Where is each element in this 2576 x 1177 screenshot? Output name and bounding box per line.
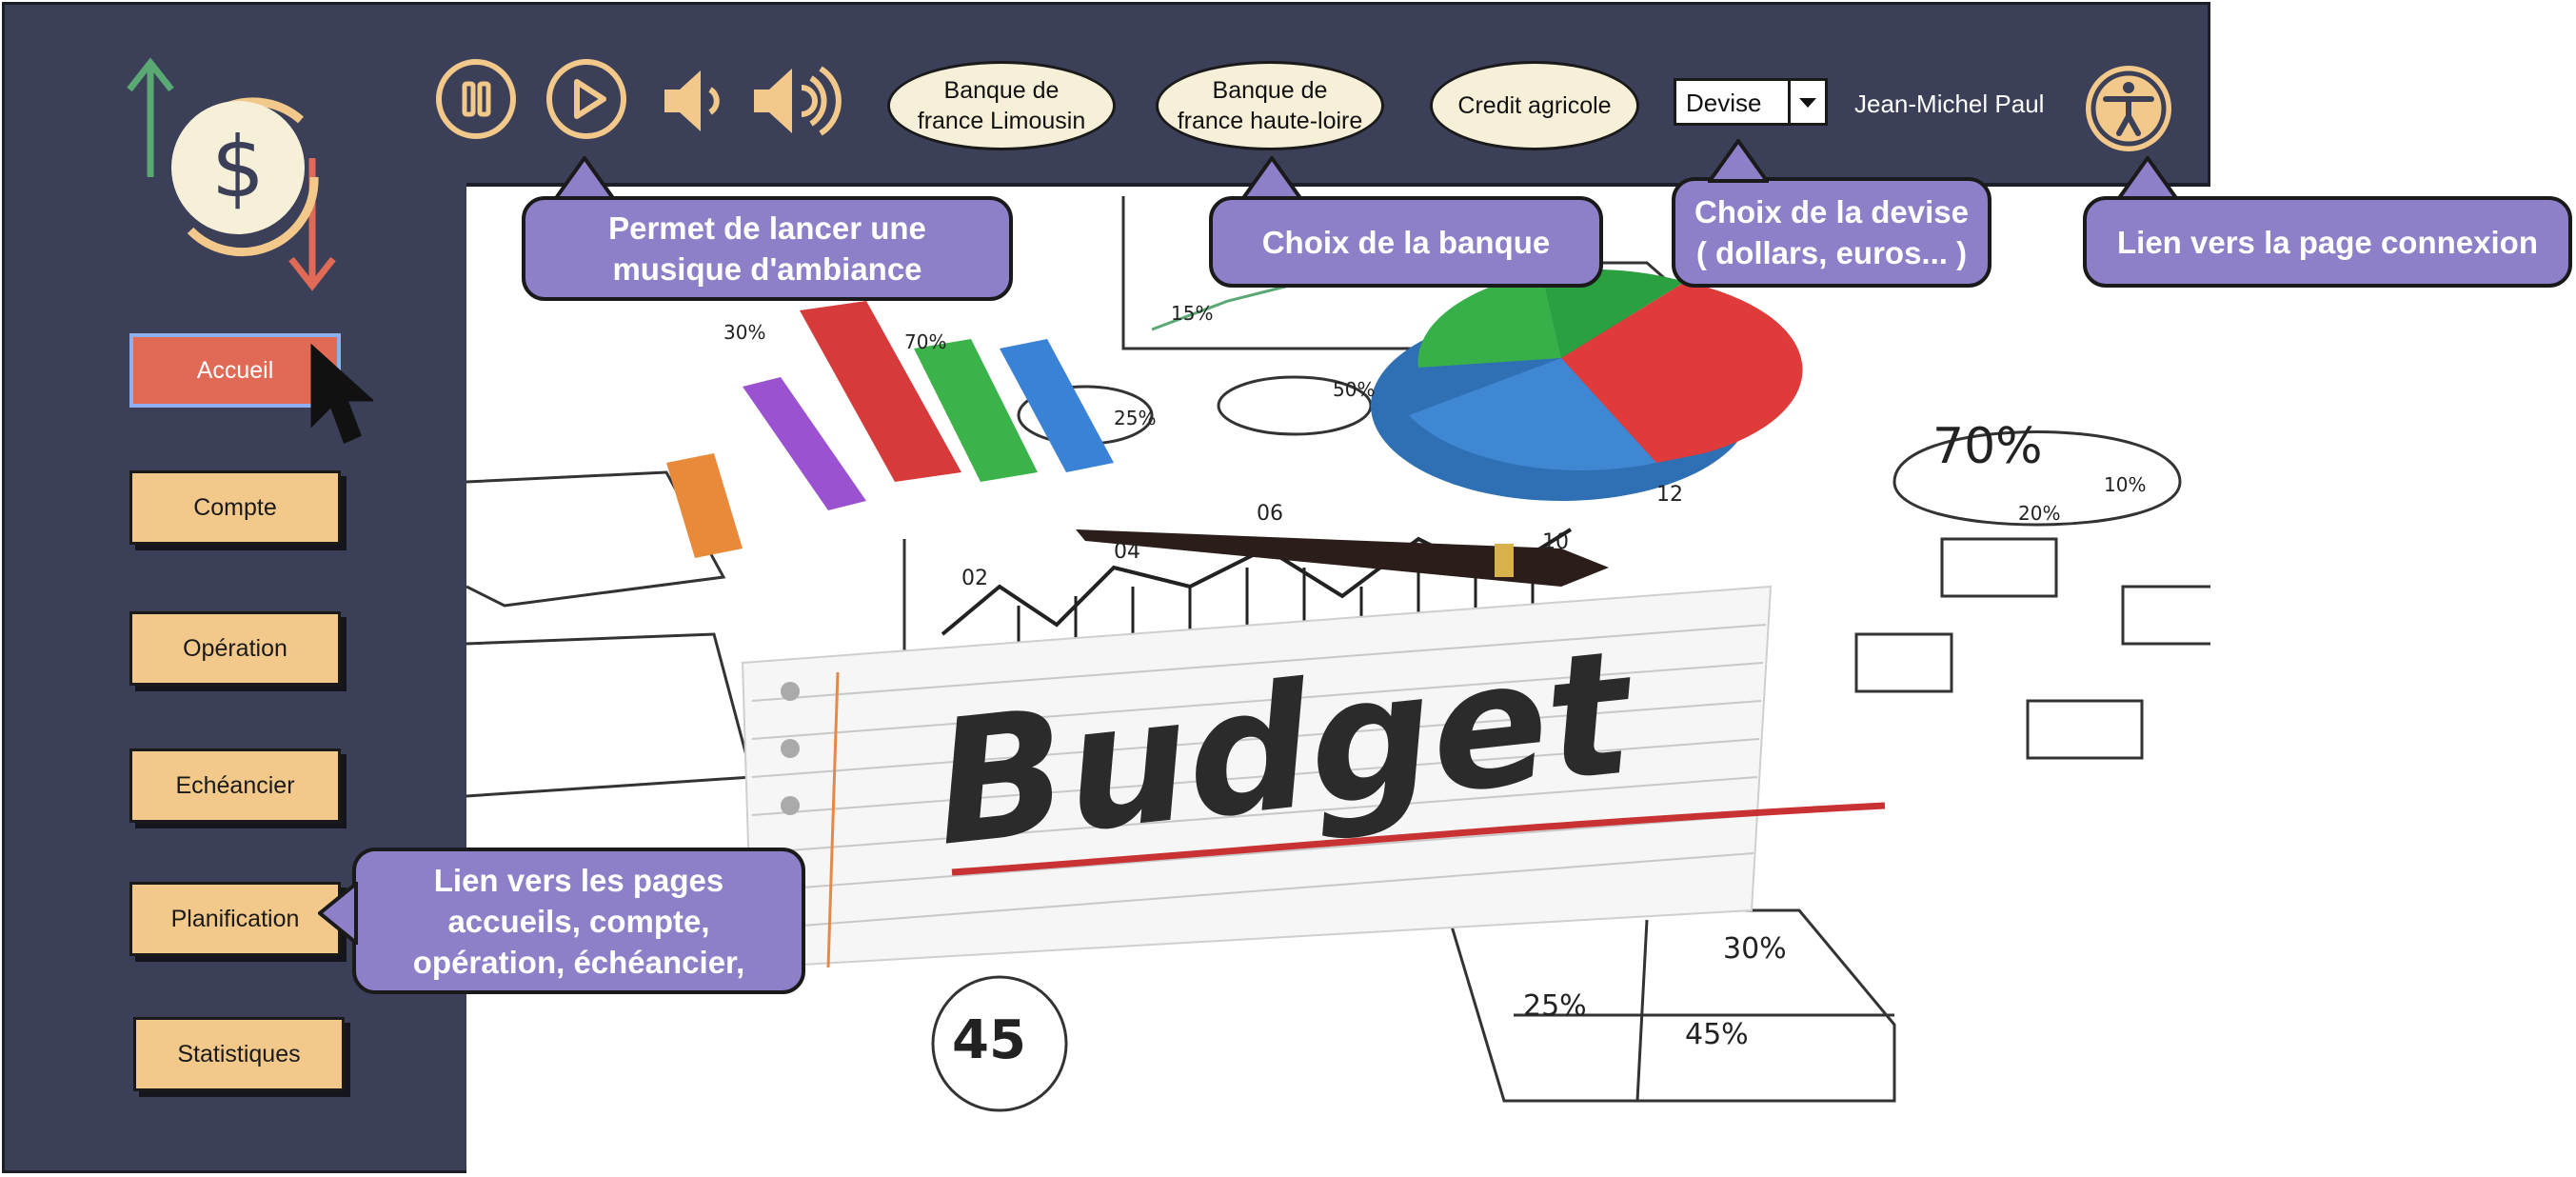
login-callout-tail: [2117, 156, 2178, 200]
accessibility-icon[interactable]: [2081, 61, 2176, 156]
volume-down-icon[interactable]: [663, 65, 729, 137]
pause-icon: [462, 81, 491, 117]
label-15: 15%: [1171, 302, 1213, 325]
bank-haute-loire-button[interactable]: Banque de france haute-loire: [1156, 61, 1384, 150]
currency-callout-tail: [1708, 139, 1769, 183]
label-30: 30%: [723, 321, 765, 344]
label-45-circle: 45: [952, 1009, 1026, 1071]
login-callout: Lien vers la page connexion: [2083, 196, 2572, 288]
music-callout: Permet de lancer une musique d'ambiance: [522, 196, 1013, 301]
budget-artwork: Budget 15% 30% 70% 25% 50% 70% 10% 20% 0…: [466, 196, 2210, 1112]
dollar-exchange-icon: $: [127, 57, 336, 291]
currency-callout: Choix de la devise ( dollars, euros... ): [1672, 177, 1991, 288]
label-25b: 25%: [1523, 989, 1587, 1023]
currency-select[interactable]: Devise: [1674, 78, 1828, 126]
nav-operation-button[interactable]: Opération: [129, 611, 341, 686]
label-25: 25%: [1114, 407, 1156, 429]
user-name: Jean-Michel Paul: [1854, 90, 2045, 118]
music-callout-tail: [554, 156, 615, 200]
label-06: 06: [1257, 502, 1283, 526]
nav-echeancier-button[interactable]: Echéancier: [129, 748, 341, 823]
nav-callout: Lien vers les pages accueils, compte, op…: [352, 848, 805, 994]
bank-callout: Choix de la banque: [1209, 196, 1603, 288]
bank-credit-agricole-button[interactable]: Credit agricole: [1430, 61, 1639, 150]
bank-callout-tail: [1241, 156, 1302, 200]
label-50: 50%: [1333, 378, 1375, 401]
play-button[interactable]: [546, 59, 626, 139]
label-45b: 45%: [1685, 1018, 1749, 1051]
nav-planification-button[interactable]: Planification: [129, 882, 341, 956]
mouse-cursor-icon: [310, 343, 373, 445]
label-10: 10%: [2104, 473, 2146, 496]
nav-compte-button[interactable]: Compte: [129, 470, 341, 545]
label-02: 02: [961, 567, 988, 590]
bank-limousin-button[interactable]: Banque de france Limousin: [887, 61, 1116, 150]
label-10b: 10: [1542, 530, 1569, 554]
label-70: 70%: [1932, 418, 2043, 475]
currency-select-value: Devise: [1686, 89, 1762, 117]
label-30b: 30%: [1723, 932, 1787, 966]
svg-text:$: $: [211, 118, 265, 216]
label-04: 04: [1114, 540, 1140, 564]
pause-button[interactable]: [436, 59, 516, 139]
volume-up-icon[interactable]: [752, 63, 843, 139]
label-12: 12: [1656, 483, 1683, 507]
nav-statistiques-button[interactable]: Statistiques: [133, 1017, 345, 1091]
nav-callout-tail: [318, 882, 358, 945]
chevron-down-icon[interactable]: [1788, 81, 1825, 123]
budget-illustration: Budget 15% 30% 70% 25% 50% 70% 10% 20% 0…: [466, 187, 2210, 1173]
label-20: 20%: [2018, 502, 2060, 525]
label-70-small: 70%: [904, 330, 946, 353]
play-icon: [574, 79, 606, 119]
